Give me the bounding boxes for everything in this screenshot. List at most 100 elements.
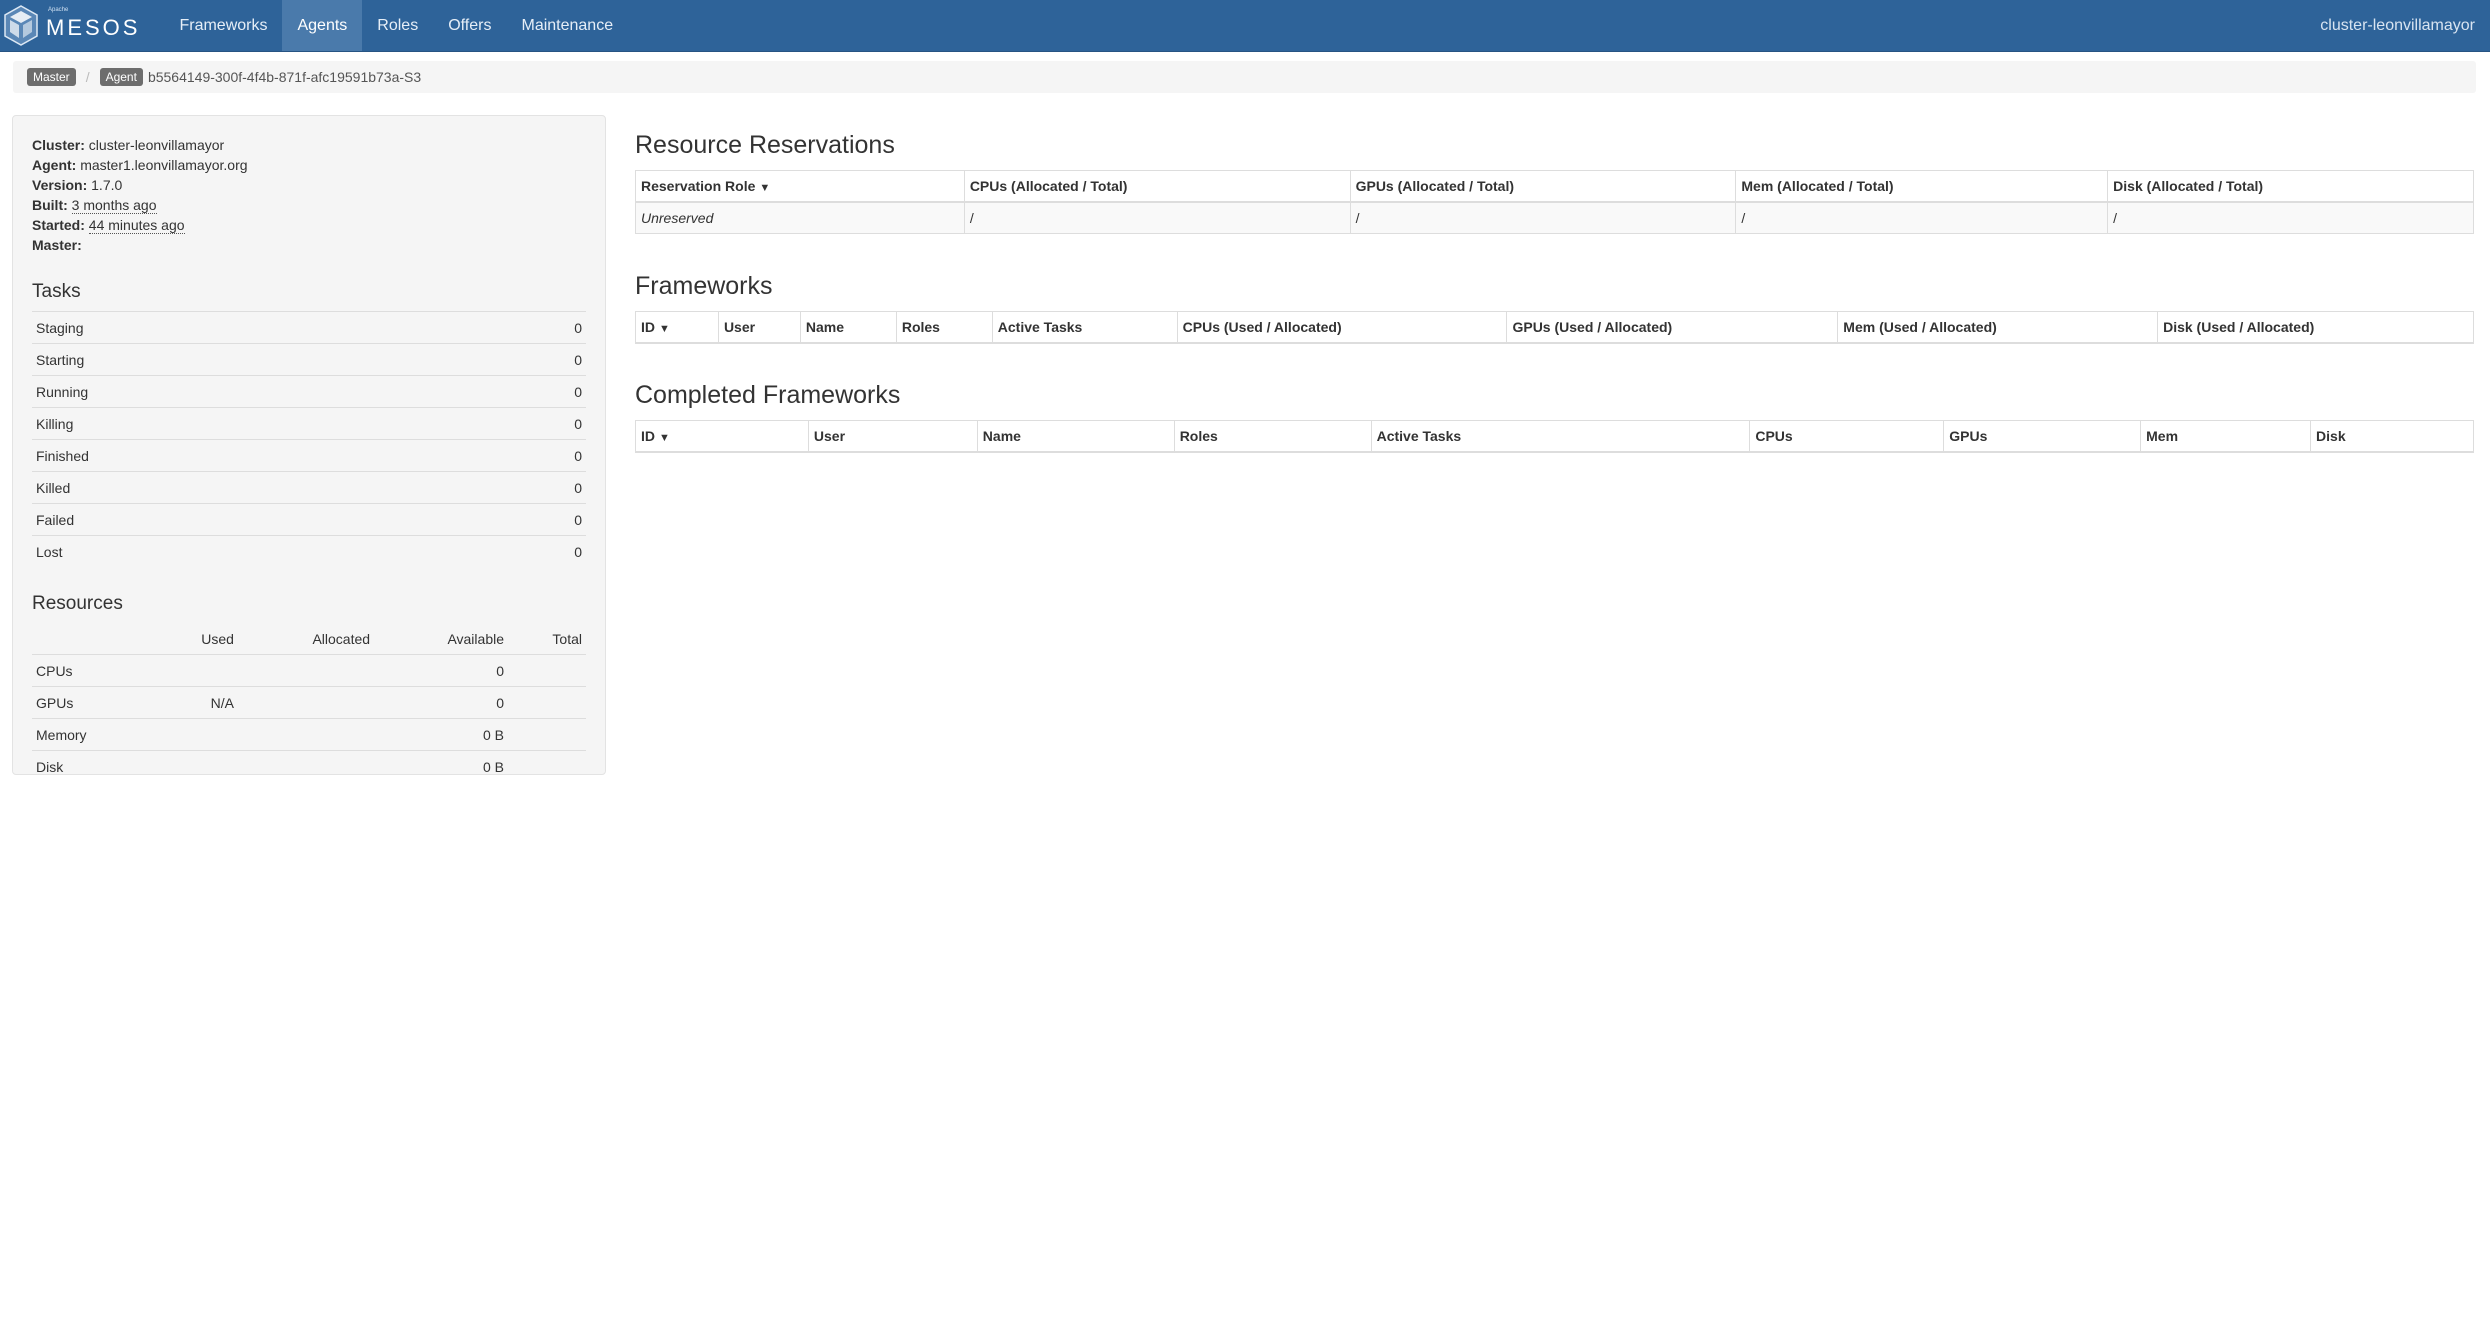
breadcrumb-agent-id: b5564149-300f-4f4b-871f-afc19591b73a-S3 (147, 69, 422, 85)
task-label: Staging (32, 311, 472, 344)
info-cluster: Cluster: cluster-leonvillamayor (32, 135, 586, 155)
resource-allocated (237, 718, 375, 751)
completed-frameworks-table: ID ▼ User Name Roles Active Tasks CPUs GP… (635, 420, 2474, 453)
nav-item-offers[interactable]: Offers (433, 0, 506, 51)
col-header-user[interactable]: User (717, 311, 801, 344)
resources-header-blank (32, 623, 154, 655)
reservation-gpus-cell: / (1349, 201, 1737, 234)
col-header-user[interactable]: User (807, 420, 978, 453)
col-header-label: ID (641, 319, 655, 335)
resources-heading: Resources (32, 593, 123, 614)
table-row: GPUs N/A 0 (32, 686, 586, 719)
col-header-disk[interactable]: Disk (Allocated / Total) (2107, 170, 2474, 203)
task-count: 0 (471, 471, 586, 504)
col-header-disk[interactable]: Disk (Used / Allocated) (2157, 311, 2474, 344)
resource-allocated (237, 686, 375, 719)
resource-label: CPUs (32, 654, 154, 687)
brand-label: MESOS (46, 14, 141, 40)
frameworks-heading: Frameworks (635, 272, 773, 300)
resource-allocated (237, 750, 375, 782)
col-header-roles[interactable]: Roles (1173, 420, 1372, 453)
table-row: Killing 0 (32, 407, 586, 440)
sort-caret-icon: ▼ (659, 323, 670, 335)
table-row: Staging 0 (32, 311, 586, 344)
info-built-value[interactable]: 3 months ago (71, 197, 157, 214)
task-count: 0 (471, 375, 586, 408)
resource-total (508, 718, 586, 751)
breadcrumb-master-link[interactable]: Master (27, 68, 76, 86)
brand-name: Apache MESOS (46, 7, 141, 41)
table-row: Failed 0 (32, 503, 586, 536)
cluster-name: cluster-leonvillamayor (2320, 16, 2475, 34)
resources-header-available: Available (447, 630, 504, 647)
col-header-cpus[interactable]: CPUs (1749, 420, 1945, 453)
brand-link[interactable]: Apache MESOS (0, 0, 158, 51)
table-row: CPUs 0 (32, 654, 586, 687)
table-row: Unreserved / / / / (635, 201, 2474, 234)
resource-label: Memory (32, 718, 154, 751)
sort-caret-icon: ▼ (759, 182, 771, 194)
task-count: 0 (471, 503, 586, 536)
col-header-id[interactable]: ID ▼ (635, 420, 809, 453)
nav-item-roles[interactable]: Roles (362, 0, 433, 51)
table-row: Memory 0 B (32, 718, 586, 751)
nav-item-frameworks[interactable]: Frameworks (164, 0, 282, 51)
col-header-gpus[interactable]: GPUs (1943, 420, 2142, 453)
info-started-label: Started: (32, 217, 85, 233)
nav-item-agents[interactable]: Agents (282, 0, 363, 51)
info-agent-label: Agent: (32, 157, 77, 173)
col-header-id[interactable]: ID ▼ (635, 311, 719, 344)
table-header-row: Used Allocated Available Total (32, 623, 586, 655)
info-cluster-label: Cluster: (32, 137, 85, 153)
mesos-logo-icon (2, 4, 40, 48)
resources-header-total: Total (552, 630, 582, 647)
col-header-cpus[interactable]: CPUs (Used / Allocated) (1176, 311, 1508, 344)
col-header-gpus[interactable]: GPUs (Used / Allocated) (1506, 311, 1839, 344)
table-row: Lost 0 (32, 535, 586, 567)
sort-caret-icon: ▼ (659, 432, 670, 444)
nav-item-maintenance[interactable]: Maintenance (506, 0, 628, 51)
info-started-value[interactable]: 44 minutes ago (88, 217, 185, 234)
table-row: Running 0 (32, 375, 586, 408)
task-label: Finished (32, 439, 472, 472)
top-navbar: Apache MESOS Frameworks Agents Roles Off… (0, 0, 2490, 52)
col-header-name[interactable]: Name (976, 420, 1175, 453)
resource-used (153, 654, 238, 687)
col-header-mem[interactable]: Mem (Allocated / Total) (1735, 170, 2109, 203)
resource-available: 0 (374, 654, 508, 687)
col-header-mem[interactable]: Mem (2140, 420, 2312, 453)
breadcrumb-agent-label: Agent (99, 68, 143, 86)
resource-label: Disk (32, 750, 154, 782)
info-built-label: Built: (32, 197, 68, 213)
table-row: Killed 0 (32, 471, 586, 504)
resource-total (508, 750, 586, 782)
col-header-mem[interactable]: Mem (Used / Allocated) (1837, 311, 2159, 344)
tasks-heading: Tasks (32, 281, 81, 302)
task-count: 0 (471, 407, 586, 440)
resource-total (508, 686, 586, 719)
info-cluster-value: cluster-leonvillamayor (88, 137, 225, 153)
resource-used (153, 718, 238, 751)
col-header-name[interactable]: Name (799, 311, 897, 344)
col-header-reservation-role[interactable]: Reservation Role ▼ (635, 170, 965, 203)
col-header-active-tasks[interactable]: Active Tasks (1370, 420, 1751, 453)
info-built: Built: 3 months ago (32, 195, 586, 215)
table-header-row: Reservation Role ▼ CPUs (Allocated / Tota… (635, 170, 2474, 203)
reservation-cpus-cell: / (963, 201, 1351, 234)
resource-used (153, 750, 238, 782)
info-version: Version: 1.7.0 (32, 175, 586, 195)
col-header-active-tasks[interactable]: Active Tasks (991, 311, 1178, 344)
col-header-roles[interactable]: Roles (895, 311, 993, 344)
task-label: Killing (32, 407, 472, 440)
col-header-cpus[interactable]: CPUs (Allocated / Total) (963, 170, 1351, 203)
col-header-disk[interactable]: Disk (2310, 420, 2474, 453)
info-version-label: Version: (32, 177, 88, 193)
info-master: Master: (32, 235, 586, 255)
task-count: 0 (471, 343, 586, 376)
reservation-role-cell: Unreserved (635, 201, 965, 234)
resource-allocated (237, 654, 375, 687)
info-version-value: 1.7.0 (91, 177, 123, 193)
resource-label: GPUs (32, 686, 154, 719)
task-count: 0 (471, 439, 586, 472)
col-header-gpus[interactable]: GPUs (Allocated / Total) (1349, 170, 1737, 203)
